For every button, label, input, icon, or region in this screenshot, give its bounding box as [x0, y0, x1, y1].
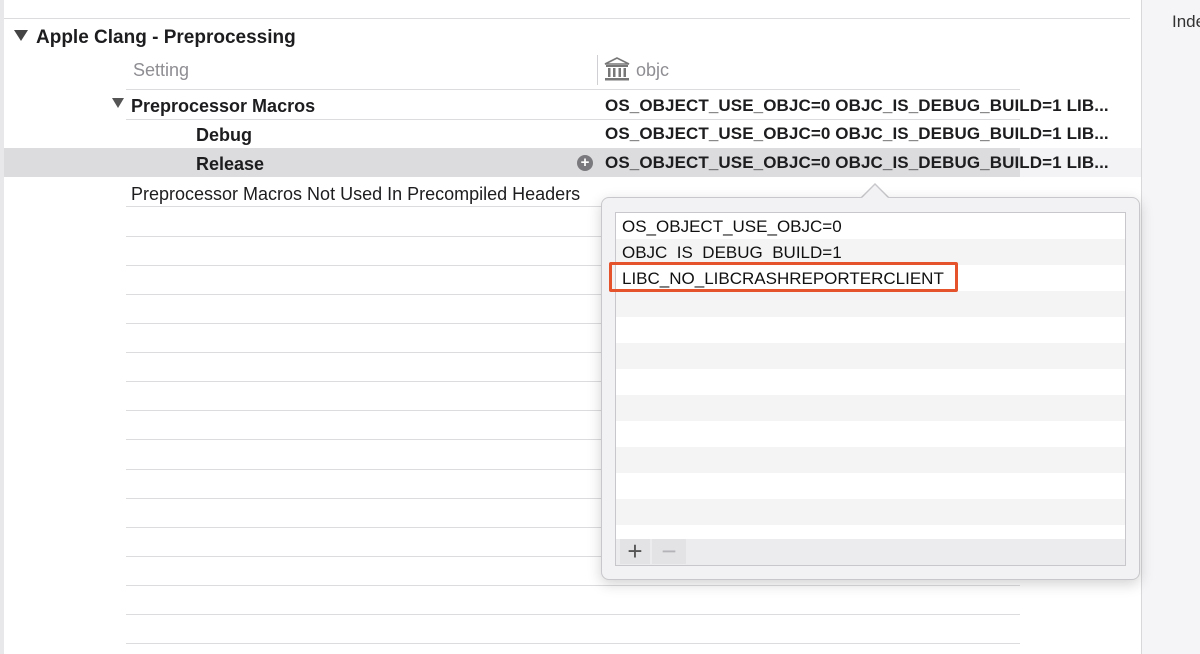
highlight-annotation	[609, 262, 958, 292]
list-toolbar	[615, 539, 1126, 566]
top-divider	[4, 18, 1130, 19]
preprocessor-macros-disclosure-icon[interactable]	[112, 98, 124, 108]
row-divider	[126, 439, 601, 440]
row-divider	[126, 206, 601, 207]
row-divider	[126, 527, 601, 528]
add-macro-button[interactable]: +	[620, 538, 650, 564]
row-divider	[126, 265, 601, 266]
row-divider	[126, 410, 601, 411]
row-divider	[126, 236, 601, 237]
list-stripe	[616, 395, 1125, 421]
list-stripe	[616, 291, 1125, 317]
row-divider	[126, 498, 601, 499]
not-used-in-pch-label[interactable]: Preprocessor Macros Not Used In Precompi…	[131, 184, 580, 205]
list-stripe	[616, 343, 1125, 369]
row-divider	[126, 643, 1020, 644]
popover-arrow-fill	[861, 185, 889, 199]
release-label[interactable]: Release	[196, 154, 264, 175]
left-panel-edge	[0, 0, 4, 654]
list-stripe	[616, 317, 1125, 343]
row-divider	[126, 323, 601, 324]
row-divider	[126, 469, 601, 470]
list-stripe	[616, 499, 1125, 525]
add-condition-icon[interactable]: +	[577, 155, 593, 171]
list-stripe	[616, 369, 1125, 395]
preprocessor-macros-label[interactable]: Preprocessor Macros	[131, 96, 315, 117]
debug-value[interactable]: OS_OBJECT_USE_OBJC=0 OBJC_IS_DEBUG_BUILD…	[605, 124, 1109, 144]
row-divider	[126, 585, 1020, 586]
remove-macro-button[interactable]: −	[652, 538, 686, 564]
list-stripe	[616, 447, 1125, 473]
column-header-setting[interactable]: Setting	[133, 60, 189, 81]
target-library-icon	[603, 56, 631, 87]
column-header-target[interactable]: objc	[636, 60, 669, 81]
column-divider	[597, 55, 598, 85]
macro-item[interactable]: OBJC_IS_DEBUG_BUILD=1	[622, 243, 842, 259]
header-divider	[126, 89, 1020, 90]
list-stripe	[616, 473, 1125, 499]
list-stripe	[616, 525, 1125, 539]
section-disclosure-icon[interactable]	[14, 30, 28, 41]
debug-label[interactable]: Debug	[196, 125, 252, 146]
release-value[interactable]: OS_OBJECT_USE_OBJC=0 OBJC_IS_DEBUG_BUILD…	[605, 153, 1109, 173]
row-divider	[126, 119, 1020, 120]
row-divider	[126, 294, 601, 295]
section-title[interactable]: Apple Clang - Preprocessing	[36, 27, 296, 49]
row-divider	[126, 352, 601, 353]
row-divider	[126, 381, 601, 382]
inspector-panel	[1141, 0, 1200, 654]
inspector-label: Inde	[1172, 12, 1200, 31]
preprocessor-macros-value[interactable]: OS_OBJECT_USE_OBJC=0 OBJC_IS_DEBUG_BUILD…	[605, 96, 1109, 116]
list-stripe	[616, 421, 1125, 447]
macro-item[interactable]: OS_OBJECT_USE_OBJC=0	[622, 217, 842, 237]
row-divider	[126, 556, 601, 557]
row-divider	[126, 614, 1020, 615]
